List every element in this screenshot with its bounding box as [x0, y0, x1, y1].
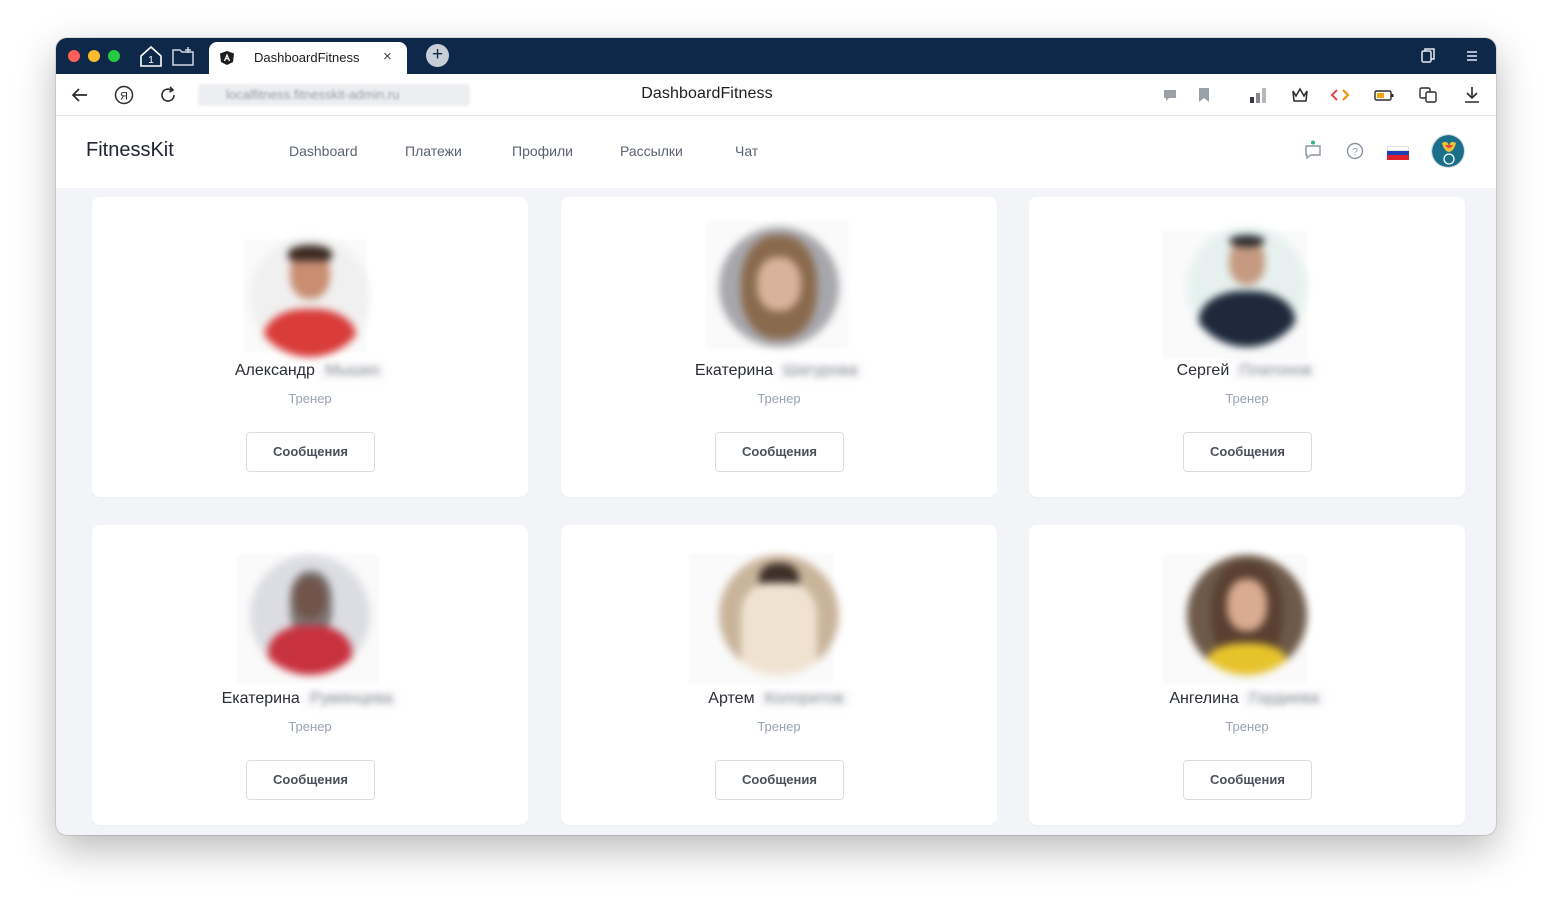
- trainers-grid: Александр Мышко Тренер Сообщения Екатери…: [56, 188, 1496, 835]
- trainer-photo: [250, 237, 370, 357]
- nav-payments[interactable]: Платежи: [405, 143, 462, 159]
- bookmark-icon[interactable]: [1193, 84, 1215, 106]
- trainer-name: Ангелина Гордиева: [1029, 690, 1465, 708]
- brand-logo[interactable]: FitnessKit: [86, 139, 174, 162]
- back-arrow-icon[interactable]: [68, 83, 92, 107]
- russian-flag-icon[interactable]: [1387, 146, 1409, 160]
- address-bar: Я localfitness.fitnesskit-admin.ru Dashb…: [56, 74, 1496, 116]
- trainer-name: Екатерина Шатурова: [561, 362, 997, 380]
- trainer-role: Тренер: [1225, 719, 1269, 734]
- trainer-photo: [1187, 227, 1307, 347]
- trainer-name: Сергей Платонов: [1029, 362, 1465, 380]
- nav-dashboard[interactable]: Dashboard: [289, 143, 358, 159]
- menu-icon[interactable]: [1462, 46, 1482, 66]
- page-title: DashboardFitness: [641, 85, 773, 102]
- app-header: FitnessKit Dashboard Платежи Профили Рас…: [56, 116, 1496, 188]
- trainer-name: Екатерина Румянцева: [92, 690, 528, 708]
- trainer-role: Тренер: [757, 391, 801, 406]
- close-window-button[interactable]: [68, 50, 80, 62]
- comment-icon[interactable]: [1159, 84, 1181, 106]
- messages-button[interactable]: Сообщения: [715, 760, 844, 800]
- user-avatar[interactable]: [1431, 134, 1465, 168]
- yandex-icon[interactable]: Я: [112, 83, 136, 107]
- trainer-role: Тренер: [288, 391, 332, 406]
- trainer-photo: [250, 555, 370, 675]
- download-icon[interactable]: [1461, 84, 1483, 106]
- trainer-card: Артем Колоритов Тренер Сообщения: [561, 525, 997, 825]
- maximize-window-button[interactable]: [108, 50, 120, 62]
- new-tab-button[interactable]: +: [426, 44, 449, 67]
- reload-icon[interactable]: [156, 83, 180, 107]
- trainer-name: Артем Колоритов: [561, 690, 997, 708]
- svg-text:?: ?: [1352, 147, 1358, 158]
- tab-manager-icon[interactable]: [1418, 46, 1438, 66]
- trainer-photo: [1187, 555, 1307, 675]
- messages-button[interactable]: Сообщения: [1183, 432, 1312, 472]
- tab-close-icon[interactable]: ×: [383, 48, 392, 65]
- messages-button[interactable]: Сообщения: [246, 432, 375, 472]
- tab-title: DashboardFitness: [254, 50, 360, 65]
- chat-bubble-icon[interactable]: [1302, 140, 1324, 162]
- trainer-role: Тренер: [288, 719, 332, 734]
- messages-button[interactable]: Сообщения: [246, 760, 375, 800]
- trainer-card: Екатерина Шатурова Тренер Сообщения: [561, 197, 997, 497]
- minimize-window-button[interactable]: [88, 50, 100, 62]
- angular-icon: [219, 50, 235, 66]
- browser-window: 1 DashboardFitness × + Я localfitness.fi…: [56, 38, 1496, 835]
- nav-chat[interactable]: Чат: [735, 143, 758, 159]
- tab-counter-icon[interactable]: 1: [138, 44, 164, 68]
- nav-mailings[interactable]: Рассылки: [620, 143, 683, 159]
- svg-text:Я: Я: [120, 91, 128, 103]
- url-field[interactable]: localfitness.fitnesskit-admin.ru: [198, 84, 470, 106]
- trainer-card: Ангелина Гордиева Тренер Сообщения: [1029, 525, 1465, 825]
- translate-extension-icon[interactable]: [1417, 84, 1439, 106]
- trainer-photo: [719, 227, 839, 347]
- messages-button[interactable]: Сообщения: [1183, 760, 1312, 800]
- trainer-card: Александр Мышко Тренер Сообщения: [92, 197, 528, 497]
- crown-extension-icon[interactable]: [1289, 84, 1311, 106]
- stats-extension-icon[interactable]: [1247, 84, 1269, 106]
- trainer-role: Тренер: [757, 719, 801, 734]
- nav-profiles[interactable]: Профили: [512, 143, 573, 159]
- title-bar: 1 DashboardFitness × +: [56, 38, 1496, 74]
- svg-text:1: 1: [148, 55, 154, 66]
- help-icon[interactable]: ?: [1344, 140, 1366, 162]
- trainer-card: Екатерина Румянцева Тренер Сообщения: [92, 525, 528, 825]
- trainer-name: Александр Мышко: [92, 362, 528, 380]
- trainer-photo: [719, 555, 839, 675]
- browser-tab[interactable]: DashboardFitness ×: [209, 42, 407, 74]
- messages-button[interactable]: Сообщения: [715, 432, 844, 472]
- new-folder-icon[interactable]: [170, 44, 196, 68]
- trainer-role: Тренер: [1225, 391, 1269, 406]
- trainer-card: Сергей Платонов Тренер Сообщения: [1029, 197, 1465, 497]
- code-extension-icon[interactable]: [1329, 84, 1351, 106]
- battery-extension-icon[interactable]: [1373, 84, 1395, 106]
